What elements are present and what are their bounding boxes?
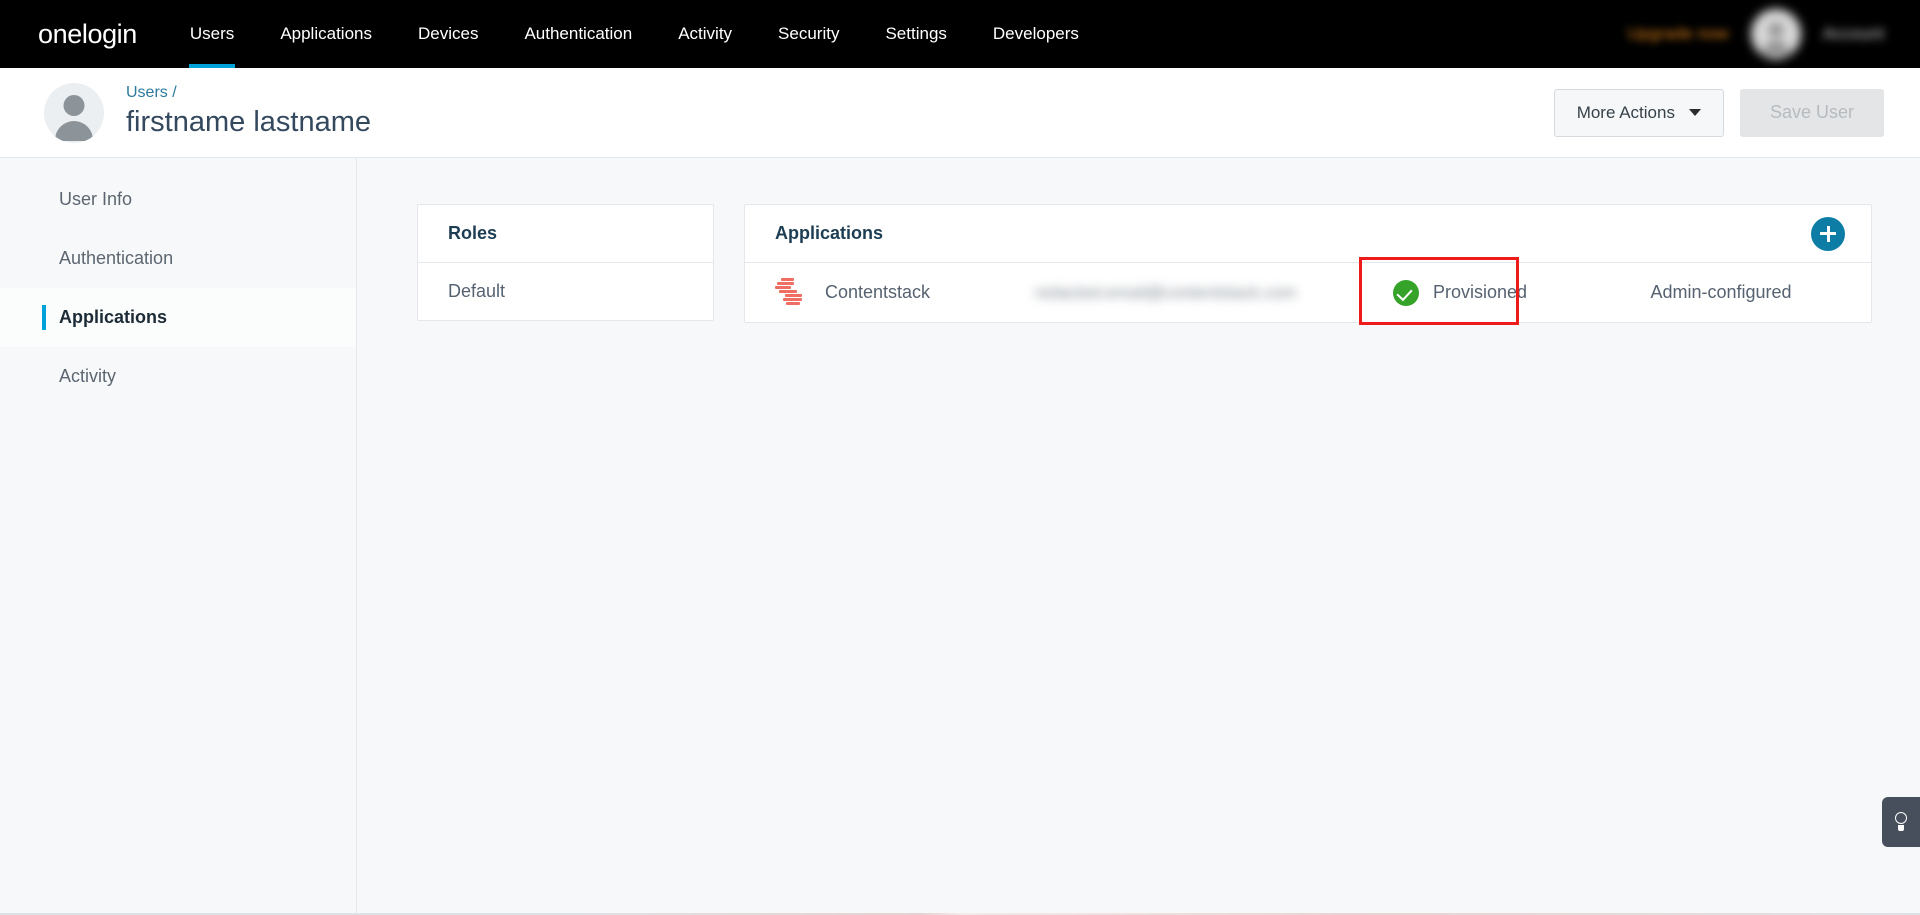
account-name-label[interactable]: Account [1823, 24, 1884, 44]
top-nav-items: Users Applications Devices Authenticatio… [167, 0, 1102, 68]
nav-item-settings-label: Settings [885, 24, 947, 43]
breadcrumb: Users / [126, 83, 371, 102]
page-header-actions: More Actions Save User [1553, 88, 1884, 137]
nav-item-activity-label: Activity [678, 24, 733, 43]
application-configuration-cell: Admin-configured [1571, 282, 1871, 303]
roles-row[interactable]: Default [418, 263, 713, 320]
nav-item-applications-label: Applications [280, 24, 372, 43]
status-badge: Provisioned [1433, 282, 1528, 302]
user-avatar [44, 82, 104, 143]
nav-item-settings[interactable]: Settings [862, 0, 969, 68]
more-actions-label: More Actions [1576, 102, 1675, 122]
sidebar-item-authentication[interactable]: Authentication [0, 229, 356, 288]
nav-item-security-label: Security [778, 24, 840, 43]
application-email-cell: redacted.email@contentstack.com [1035, 282, 1297, 302]
sidebar-item-user-info-label: User Info [59, 189, 133, 209]
roles-card-title: Roles [448, 223, 498, 243]
page-title: firstname lastname [126, 106, 371, 139]
applications-card: Applications Contentstack redacted.email… [744, 204, 1872, 325]
roles-card: Roles Default [417, 204, 714, 321]
upgrade-now-link[interactable]: Upgrade now [1627, 24, 1728, 44]
add-application-button[interactable] [1811, 216, 1845, 251]
nav-item-devices-label: Devices [417, 24, 479, 43]
nav-item-authentication-label: Authentication [524, 24, 633, 43]
nav-item-security[interactable]: Security [755, 0, 862, 68]
check-circle-icon [1393, 279, 1419, 306]
sidebar-item-authentication-label: Authentication [59, 248, 174, 268]
top-nav-right-cluster: Upgrade now Account [1627, 0, 1920, 68]
account-avatar[interactable] [1750, 9, 1801, 59]
table-row[interactable]: Contentstack redacted.email@contentstack… [745, 256, 1871, 325]
contentstack-logo-icon [775, 277, 803, 308]
onelogin-logo[interactable]: onelogin [0, 0, 167, 68]
application-configuration-label: Admin-configured [1650, 282, 1792, 302]
application-name-label: Contentstack [825, 282, 931, 302]
page-content: User Info Authentication Applications Ac… [0, 158, 1920, 914]
sidebar-item-applications[interactable]: Applications [0, 288, 356, 347]
top-navigation-bar: onelogin Users Applications Devices Auth… [0, 0, 1920, 68]
page-header: Users / firstname lastname More Actions … [0, 68, 1920, 158]
nav-item-users[interactable]: Users [167, 0, 257, 68]
save-user-button[interactable]: Save User [1739, 88, 1884, 137]
nav-item-applications[interactable]: Applications [257, 0, 395, 68]
lightbulb-icon [1893, 812, 1909, 832]
applications-card-title: Applications [775, 223, 884, 243]
sidebar-item-user-info[interactable]: User Info [0, 170, 356, 229]
sidebar-item-applications-label: Applications [59, 307, 168, 327]
roles-row-label: Default [448, 281, 506, 301]
chevron-down-icon [1688, 109, 1701, 116]
breadcrumb-users-link[interactable]: Users [126, 84, 168, 101]
more-actions-button[interactable]: More Actions [1553, 88, 1724, 137]
nav-item-developers[interactable]: Developers [970, 0, 1102, 68]
page-header-titles: Users / firstname lastname [126, 83, 371, 142]
nav-item-activity[interactable]: Activity [655, 0, 755, 68]
lightbulb-glass-shape [1895, 812, 1907, 824]
onelogin-logo-text: onelogin [38, 18, 137, 49]
sidebar-item-activity-label: Activity [59, 366, 117, 386]
nav-item-authentication[interactable]: Authentication [501, 0, 655, 68]
application-status-cell: Provisioned [1359, 256, 1571, 325]
sidebar-item-activity[interactable]: Activity [0, 347, 356, 406]
nav-item-devices[interactable]: Devices [395, 0, 501, 68]
help-tab-button[interactable] [1882, 797, 1920, 847]
application-name-cell: Contentstack [745, 277, 1035, 308]
breadcrumb-separator: / [172, 84, 177, 102]
roles-card-header: Roles [418, 205, 713, 263]
avatar-head-shape [63, 94, 85, 116]
left-sidebar: User Info Authentication Applications Ac… [0, 158, 357, 914]
lightbulb-base-shape [1898, 825, 1904, 831]
avatar-head-shape [1768, 23, 1783, 37]
nav-item-users-label: Users [189, 24, 235, 43]
avatar-body-shape [55, 120, 93, 141]
main-panel: Roles Default Applications Contentstack … [357, 158, 1920, 914]
nav-item-developers-label: Developers [992, 24, 1079, 43]
plus-icon-vertical [1826, 225, 1830, 242]
applications-card-header: Applications [745, 205, 1871, 263]
